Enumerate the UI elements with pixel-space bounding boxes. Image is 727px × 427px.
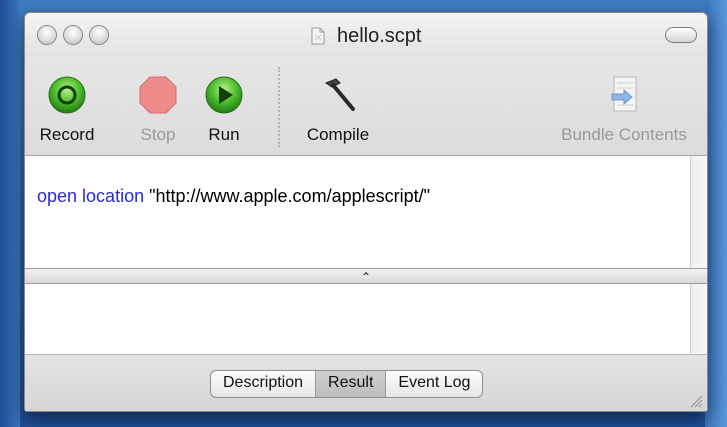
script-editor[interactable]: open location "http://www.apple.com/appl… bbox=[25, 156, 707, 268]
hammer-icon bbox=[324, 78, 355, 111]
toolbar: Record Stop Run Compile Bundle Contents bbox=[25, 57, 707, 156]
bundle-contents-button[interactable]: Bundle Contents bbox=[549, 75, 699, 145]
record-label: Record bbox=[39, 125, 95, 144]
toolbar-separator bbox=[278, 67, 280, 147]
bottom-bar: Description Result Event Log bbox=[25, 354, 707, 411]
toolbar-toggle-button[interactable] bbox=[665, 27, 697, 43]
editor-scrollbar[interactable] bbox=[690, 156, 707, 268]
stop-button[interactable]: Stop bbox=[133, 75, 183, 145]
run-icon bbox=[205, 76, 243, 114]
window-title: hello.scpt bbox=[336, 25, 422, 47]
stop-icon bbox=[139, 76, 177, 114]
view-segmented-control: Description Result Event Log bbox=[210, 370, 484, 398]
record-icon bbox=[48, 76, 86, 114]
script-editor-window: hello.scpt Record Stop Run Compile Bundl… bbox=[24, 12, 708, 412]
result-pane[interactable] bbox=[25, 284, 707, 354]
title-bar[interactable]: hello.scpt bbox=[25, 13, 707, 57]
keyword-open-location: open location bbox=[37, 186, 145, 206]
tab-description[interactable]: Description bbox=[211, 371, 317, 397]
compile-button[interactable]: Compile bbox=[295, 75, 381, 145]
resize-grip-icon[interactable] bbox=[689, 394, 703, 408]
bundle-contents-label: Bundle Contents bbox=[561, 125, 687, 144]
tab-result[interactable]: Result bbox=[316, 371, 387, 397]
window-title-group: hello.scpt bbox=[25, 25, 707, 47]
stop-label: Stop bbox=[140, 125, 176, 144]
tab-event-log[interactable]: Event Log bbox=[386, 371, 482, 397]
compile-label: Compile bbox=[306, 125, 370, 144]
document-icon bbox=[311, 27, 325, 45]
script-code-line[interactable]: open location "http://www.apple.com/appl… bbox=[37, 186, 430, 207]
splitter-grip-icon: ⌃ bbox=[360, 270, 372, 284]
desktop-background-right bbox=[705, 0, 727, 427]
bundle-contents-icon bbox=[611, 76, 637, 112]
run-label: Run bbox=[208, 125, 240, 144]
run-button[interactable]: Run bbox=[199, 75, 249, 145]
string-literal: "http://www.apple.com/applescript/" bbox=[144, 186, 431, 206]
desktop-background-left bbox=[0, 0, 20, 427]
pane-splitter[interactable]: ⌃ bbox=[25, 268, 707, 284]
result-scrollbar[interactable] bbox=[690, 284, 707, 354]
record-button[interactable]: Record bbox=[37, 75, 97, 145]
